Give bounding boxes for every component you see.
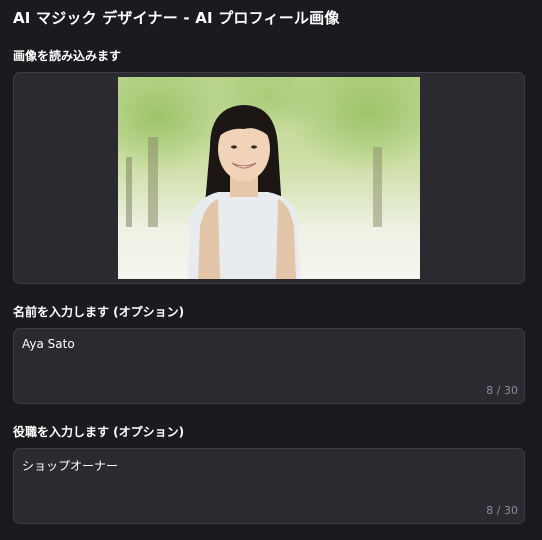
name-section-label: 名前を入力します (オプション) xyxy=(13,305,185,319)
role-char-counter: 8 / 30 xyxy=(486,504,518,517)
role-section-label: 役職を入力します (オプション) xyxy=(13,425,185,439)
name-char-counter: 8 / 30 xyxy=(486,384,518,397)
image-upload-area[interactable] xyxy=(13,72,525,284)
name-input[interactable]: Aya Sato 8 / 30 xyxy=(13,328,525,404)
role-input[interactable]: ショップオーナー 8 / 30 xyxy=(13,448,525,524)
app-window: AI マジック デザイナー - AI プロフィール画像 画像を読み込みます 名前… xyxy=(0,0,542,540)
role-input-value: ショップオーナー xyxy=(22,459,119,473)
image-section-label: 画像を読み込みます xyxy=(13,49,122,63)
uploaded-photo xyxy=(118,77,420,279)
page-title: AI マジック デザイナー - AI プロフィール画像 xyxy=(13,9,340,27)
name-input-value: Aya Sato xyxy=(22,337,75,351)
